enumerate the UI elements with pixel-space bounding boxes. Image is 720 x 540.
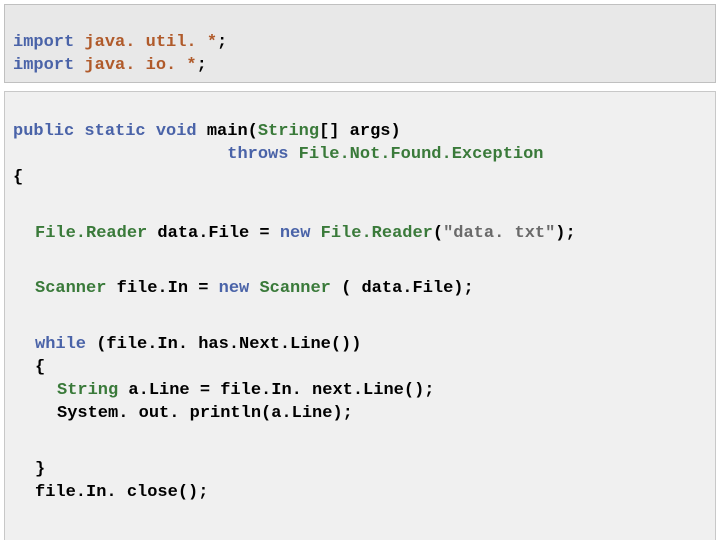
scanner-var: file.In =	[106, 279, 218, 298]
blank-line	[13, 190, 707, 200]
keyword-throws: throws	[227, 145, 288, 164]
blank-line	[13, 426, 707, 436]
filereader-ctor: File.Reader	[310, 224, 432, 243]
package-io: java. io. *	[74, 56, 196, 75]
method-signature-line-1: public static void main(String[] args)	[13, 122, 401, 141]
filereader-var: data.File =	[147, 224, 280, 243]
while-brace-close: }	[13, 460, 45, 479]
brace-open: {	[13, 168, 23, 187]
type-string: String	[258, 122, 319, 141]
semicolon: ;	[217, 33, 227, 52]
method-name: main(	[197, 122, 258, 141]
keyword-new: new	[280, 224, 311, 243]
println-call: System. out. println(a.Line);	[13, 404, 353, 423]
semicolon: ;	[197, 56, 207, 75]
keyword-while: while	[35, 335, 86, 354]
aline-rest: a.Line = file.In. next.Line();	[118, 381, 434, 400]
method-args-rest: [] args)	[319, 122, 401, 141]
type-filereader: File.Reader	[35, 224, 147, 243]
while-line: while (file.In. has.Next.Line())	[13, 335, 361, 354]
while-condition: (file.In. has.Next.Line())	[86, 335, 361, 354]
while-brace-open: {	[13, 358, 45, 377]
exception-type: File.Not.Found.Exception	[288, 145, 543, 164]
string-literal: "data. txt"	[443, 224, 555, 243]
scanner-ctor: Scanner	[249, 279, 341, 298]
keyword-new: new	[219, 279, 250, 298]
type-scanner: Scanner	[35, 279, 106, 298]
scanner-args: ( data.File);	[341, 279, 474, 298]
keyword-import: import	[13, 33, 74, 52]
blank-line	[13, 301, 707, 311]
scanner-decl: Scanner file.In = new Scanner ( data.Fil…	[13, 279, 474, 298]
blank-line	[13, 245, 707, 255]
paren-close-semi: );	[555, 224, 575, 243]
blank-line	[13, 505, 707, 515]
imports-block: import java. util. *; import java. io. *…	[4, 4, 716, 83]
throws-indent	[13, 145, 227, 164]
method-signature-line-2: throws File.Not.Found.Exception	[13, 145, 544, 164]
string-aline-decl: String a.Line = file.In. next.Line();	[13, 381, 434, 400]
keyword-modifiers: public static void	[13, 122, 197, 141]
keyword-import: import	[13, 56, 74, 75]
filereader-decl: File.Reader data.File = new File.Reader(…	[13, 224, 576, 243]
main-method-block: public static void main(String[] args) t…	[4, 91, 716, 540]
import-line-1: import java. util. *;	[13, 33, 227, 52]
paren-open: (	[433, 224, 443, 243]
close-call: file.In. close();	[13, 483, 208, 502]
type-string: String	[57, 381, 118, 400]
import-line-2: import java. io. *;	[13, 56, 207, 75]
package-util: java. util. *	[74, 33, 217, 52]
